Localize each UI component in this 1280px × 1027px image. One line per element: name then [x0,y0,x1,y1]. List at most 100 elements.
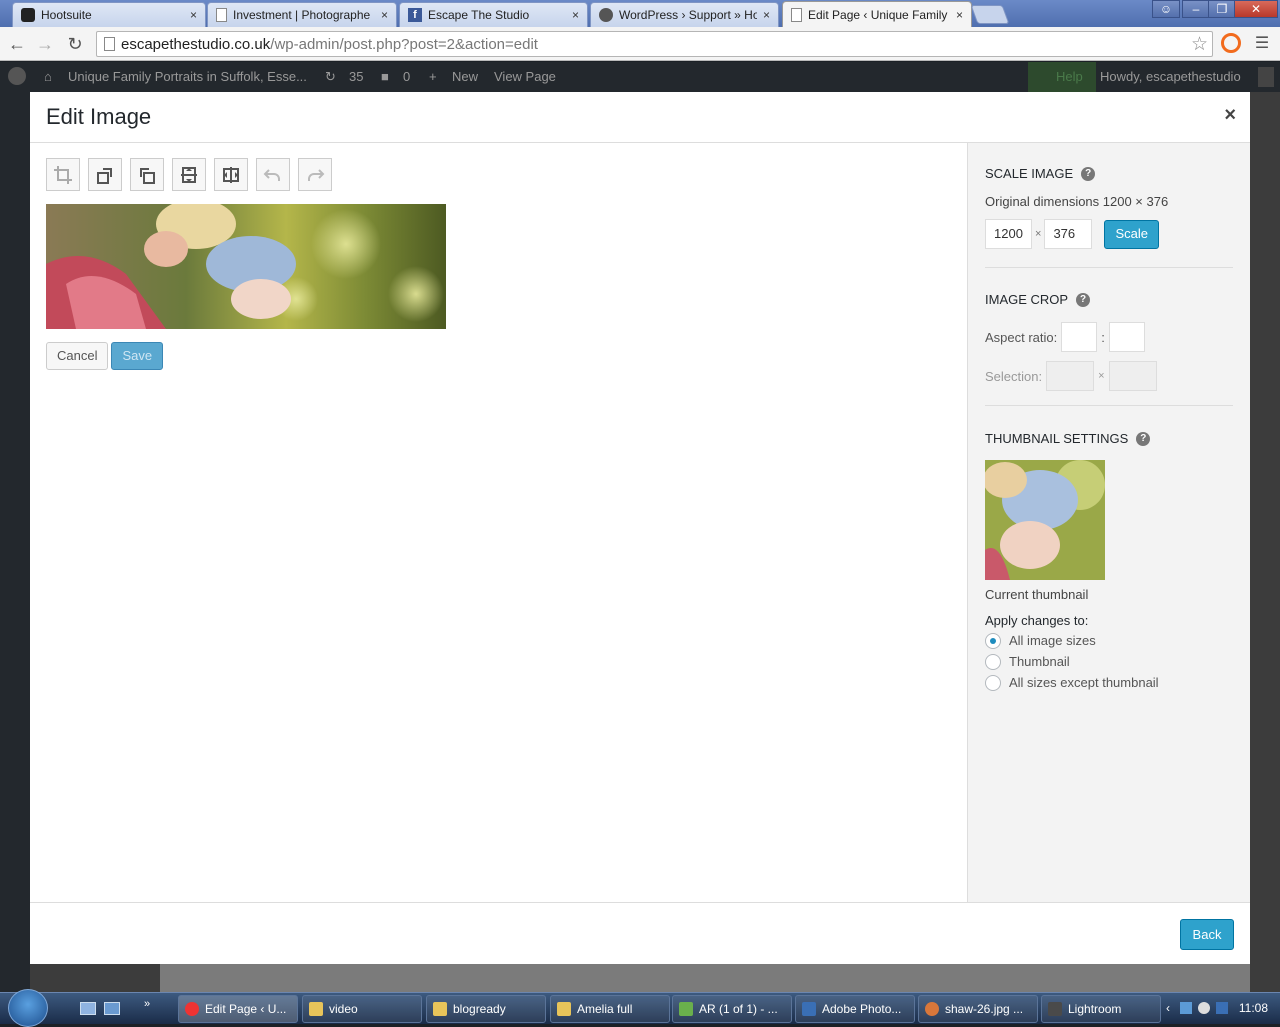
url-host: escapethestudio.co.uk [121,36,271,53]
image-crop-title: Image Crop [985,292,1069,307]
back-button[interactable]: Back [1180,919,1234,950]
image-preview[interactable] [46,204,446,329]
comments-count[interactable]: 0 [403,69,410,84]
browser-toolbar: ← → ↻ escapethestudio.co.uk/wp-admin/pos… [0,27,1280,61]
crop-icon[interactable] [46,158,80,191]
rotate-left-icon[interactable] [88,158,122,191]
updates-count[interactable]: 35 [349,69,363,84]
taskbar-item-ar[interactable]: AR (1 of 1) - ... [672,995,792,1023]
volume-icon[interactable] [1198,1002,1210,1014]
close-icon[interactable]: × [1224,104,1236,127]
address-bar[interactable]: escapethestudio.co.uk/wp-admin/post.php?… [96,31,1213,57]
tab-close-icon[interactable]: × [956,8,963,22]
tab-facebook[interactable]: f Escape The Studio × [399,2,588,27]
aspect-ratio-row: Aspect ratio: : [985,322,1233,352]
taskbar-item-video[interactable]: video [302,995,422,1023]
rotate-right-icon[interactable] [130,158,164,191]
tab-title: WordPress › Support » Ho [619,8,757,22]
tab-close-icon[interactable]: × [763,8,770,22]
taskbar-item-shaw[interactable]: shaw-26.jpg ... [918,995,1038,1023]
back-arrow-icon[interactable]: ← [6,33,28,55]
show-desktop-icon[interactable] [80,1002,96,1015]
taskbar-item-lightroom[interactable]: Lightroom [1041,995,1161,1023]
tray-expand-icon[interactable]: ‹ [1166,1001,1170,1015]
tab-close-icon[interactable]: × [572,8,579,22]
aspect-ratio-height-input[interactable] [1108,322,1145,352]
browser-tab-strip: Hootsuite × Investment | Photographe × f… [0,0,1280,27]
aspect-ratio-width-input[interactable] [1061,322,1098,352]
help-tab[interactable]: Help [1028,62,1096,92]
photoshop-icon [802,1002,816,1016]
help-icon[interactable]: ? [1076,292,1091,307]
chrome-icon [185,1002,199,1016]
tab-edit-page[interactable]: Edit Page ‹ Unique Family × [782,1,972,27]
scale-inputs: 1200 × 376 Scale [985,219,1233,249]
image-file-icon [925,1002,939,1016]
extension-icon[interactable] [1221,33,1241,53]
flip-vertical-icon[interactable] [172,158,206,191]
cancel-button[interactable]: Cancel [46,342,109,370]
site-title[interactable]: Unique Family Portraits in Suffolk, Esse… [68,69,307,84]
bookmark-star-icon[interactable]: ☆ [1191,33,1208,56]
tab-investment[interactable]: Investment | Photographe × [207,2,397,27]
taskbar-item-blogready[interactable]: blogready [426,995,546,1023]
tab-close-icon[interactable]: × [190,8,197,22]
user-icon[interactable]: ☺ [1152,0,1180,18]
window-close-button[interactable]: ✕ [1234,0,1278,18]
avatar[interactable] [1258,67,1274,87]
overflow-chevron-icon[interactable]: » [144,998,150,1010]
radio-button[interactable] [985,653,1001,670]
menu-icon[interactable]: ☰ [1251,33,1273,55]
new-tab-button[interactable] [970,5,1010,24]
maximize-button[interactable]: ❐ [1208,0,1236,18]
taskbar-label: video [329,1002,358,1016]
tab-wordpress-support[interactable]: WordPress › Support » Ho × [590,2,779,27]
save-button[interactable]: Save [111,342,164,370]
tab-close-icon[interactable]: × [381,8,388,22]
radio-all-sizes[interactable]: All image sizes [985,630,1233,651]
taskbar-label: Adobe Photo... [822,1002,902,1016]
home-icon[interactable]: ⌂ [44,69,52,84]
howdy-user[interactable]: Howdy, escapethestudio [1100,69,1241,84]
radio-button[interactable] [985,632,1001,649]
network-icon[interactable] [1180,1002,1192,1014]
divider [985,405,1233,406]
plus-icon: + [429,69,437,84]
notification-icon[interactable] [1216,1002,1228,1014]
help-icon[interactable]: ? [1136,431,1151,446]
minimize-button[interactable]: – [1182,0,1210,18]
undo-icon[interactable] [256,158,290,191]
taskbar-item-photoshop[interactable]: Adobe Photo... [795,995,915,1023]
backdrop-panel [160,964,1250,992]
scale-image-section: Scale Image ? Original dimensions 1200 ×… [985,166,1233,249]
radio-thumbnail[interactable]: Thumbnail [985,651,1233,672]
image-edit-toolbar [46,158,332,191]
divider [985,267,1233,268]
original-dimensions: Original dimensions 1200 × 376 [985,194,1169,209]
forward-arrow-icon[interactable]: → [34,33,56,55]
taskbar-item-chrome[interactable]: Edit Page ‹ U... [178,995,298,1023]
tab-hootsuite[interactable]: Hootsuite × [12,2,206,27]
help-icon[interactable]: ? [1081,166,1096,181]
start-button[interactable] [8,989,48,1027]
switch-windows-icon[interactable] [104,1002,120,1015]
image-crop-section: Image Crop ? Aspect ratio: : Selection: … [985,292,1233,391]
wordpress-icon[interactable] [8,67,26,85]
reload-icon[interactable]: ↻ [64,33,86,55]
lightroom-icon [1048,1002,1062,1016]
scale-button[interactable]: Scale [1104,219,1159,249]
view-page-link[interactable]: View Page [494,69,556,84]
flip-horizontal-icon[interactable] [214,158,248,191]
scale-width-input[interactable]: 1200 [985,219,1032,249]
comments-icon[interactable]: ■ [381,69,389,84]
image-crop-heading: Image Crop ? [985,292,1233,307]
radio-button[interactable] [985,674,1001,691]
taskbar-item-amelia-full[interactable]: Amelia full [550,995,670,1023]
selection-height-input[interactable] [1108,361,1157,391]
new-link[interactable]: New [452,69,478,84]
radio-except-thumbnail[interactable]: All sizes except thumbnail [985,672,1233,693]
selection-width-input[interactable] [1046,361,1095,391]
updates-icon[interactable]: ↻ [325,69,336,85]
scale-height-input[interactable]: 376 [1044,219,1093,249]
redo-icon[interactable] [298,158,332,191]
